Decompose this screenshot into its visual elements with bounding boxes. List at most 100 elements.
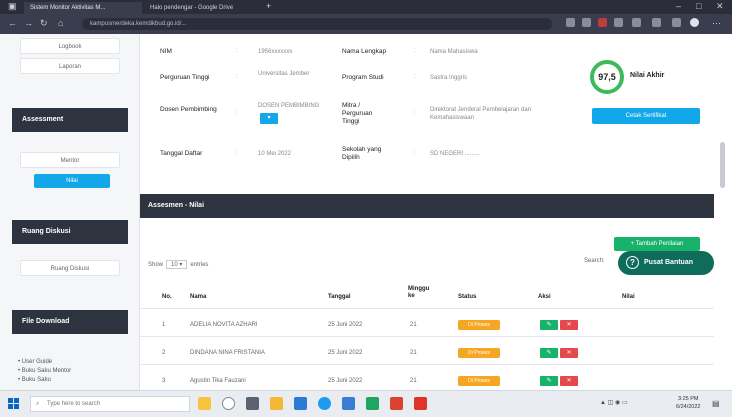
back-icon[interactable]: ← [8, 18, 17, 28]
column-header-nama[interactable]: Nama [190, 294, 206, 301]
table-divider [140, 364, 714, 365]
pdf-icon[interactable] [414, 397, 427, 410]
value-sekolah: SD NEGERI ......... [430, 151, 480, 157]
column-header-status[interactable]: Status [458, 294, 476, 301]
mail-icon[interactable] [342, 397, 355, 410]
add-assessment-button[interactable]: + Tambah Penilaian [614, 237, 700, 251]
maximize-icon[interactable]: □ [696, 1, 701, 11]
cell-week: 21 [410, 350, 417, 356]
value-program-studi: Sastra Inggris [430, 75, 468, 81]
value-mitra: Direktorat Jenderal Pembelajaran dan Kem… [430, 107, 532, 121]
edit-icon[interactable]: ✎ [540, 348, 558, 358]
windows-start-icon[interactable] [8, 398, 20, 410]
delete-icon[interactable]: ✕ [560, 348, 578, 358]
minimize-icon[interactable]: – [676, 1, 681, 11]
column-header-tanggal[interactable]: Tanggal [328, 294, 351, 301]
label-nama-lengkap: Nama Lengkap [342, 48, 387, 55]
cell-name: Agustin Tika Fauzani [190, 378, 246, 384]
taskbar-search[interactable]: ⌕ Type here to search [30, 396, 190, 412]
browser-tab-active[interactable]: Sistem Monitor Aktivitas M... [24, 2, 142, 14]
colon: : [414, 110, 416, 116]
main-content: NIM : 1956xxxxxxx Nama Lengkap : Nama Ma… [140, 34, 732, 390]
close-icon[interactable]: ✕ [716, 1, 724, 12]
sidebar-item-mentor[interactable]: Mentor [20, 152, 120, 168]
window-menu-icon[interactable]: ▣ [8, 1, 17, 12]
score-ring: 97,5 [590, 60, 624, 94]
edge-icon[interactable] [318, 397, 331, 410]
extension-icon[interactable] [672, 18, 681, 27]
store-icon[interactable] [294, 397, 307, 410]
task-view-icon[interactable] [222, 397, 235, 410]
column-header-aksi[interactable]: Aksi [538, 294, 551, 301]
extension-icon[interactable] [632, 18, 641, 27]
download-item[interactable]: • User Guide [18, 358, 71, 367]
edit-icon[interactable]: ✎ [540, 320, 558, 330]
label-mitra: Mitra / Perguruan Tinggi [342, 102, 373, 125]
value-nama-lengkap: Nama Mahasiswa [430, 49, 478, 55]
page-scrollbar[interactable] [720, 142, 725, 188]
extension-icon[interactable] [652, 18, 661, 27]
sidebar-item-logbook[interactable]: Logbook [20, 38, 120, 54]
label-nim: NIM [160, 48, 172, 55]
address-bar[interactable]: kampusmerdeka.kemdikbud.go.id/... [82, 18, 552, 30]
cortana-icon[interactable] [198, 397, 211, 410]
print-certificate-button[interactable]: Cetak Sertifikat [592, 108, 700, 124]
delete-icon[interactable]: ✕ [560, 376, 578, 386]
select-dosen-button[interactable]: ▾ [260, 113, 278, 124]
delete-icon[interactable]: ✕ [560, 320, 578, 330]
extension-icon[interactable] [582, 18, 591, 27]
column-header-no[interactable]: No. [162, 294, 172, 301]
browser-tab-strip: ▣ Sistem Monitor Aktivitas M... Halo pen… [0, 0, 732, 14]
value-perguruan-tinggi: Universitas Jember [258, 71, 310, 77]
cell-date: 25 Juni 2022 [328, 322, 363, 328]
score-label: Nilai Akhir [630, 72, 665, 79]
question-icon: ? [626, 256, 639, 269]
extension-icon[interactable] [566, 18, 575, 27]
cell-date: 25 Juni 2022 [328, 350, 363, 356]
sidebar: Logbook Laporan Assessment Mentor Nilai … [0, 34, 140, 390]
browser-menu-icon[interactable]: ⋯ [712, 18, 721, 29]
extension-icon[interactable] [614, 18, 623, 27]
score-card: 97,5 Nilai Akhir Cetak Sertifikat [572, 34, 712, 140]
home-icon[interactable]: ⌂ [58, 18, 63, 28]
label-tanggal-daftar: Tanggal Daftar [160, 150, 203, 157]
download-item[interactable]: • Buku Saku Mentor [18, 367, 71, 376]
forward-icon[interactable]: → [24, 18, 33, 28]
help-center-button[interactable]: ? Pusat Bantuan [618, 251, 714, 275]
cell-week: 21 [410, 322, 417, 328]
task-view-icon[interactable] [246, 397, 259, 410]
extension-icon[interactable] [598, 18, 607, 27]
show-label: Show [148, 262, 164, 268]
table-search-label: Search: [584, 258, 605, 264]
notification-icon[interactable]: ▤ [712, 399, 720, 408]
entries-select[interactable]: 10 ▾ [166, 260, 188, 269]
help-center-label: Pusat Bantuan [644, 259, 694, 266]
clock-date: 6/24/2022 [676, 404, 701, 410]
browser-tab[interactable]: Halo pendengar - Google Drive [144, 2, 262, 14]
taskbar-search-placeholder: Type here to search [47, 401, 101, 407]
cell-date: 25 Juni 2022 [328, 378, 363, 384]
profile-avatar-icon[interactable] [690, 18, 699, 27]
sidebar-item-laporan[interactable]: Laporan [20, 58, 120, 74]
new-tab-icon[interactable]: + [266, 1, 271, 11]
value-dosen-pembimbing: DOSEN PEMBIMBING [258, 103, 320, 109]
status-badge: Di Proses [458, 320, 500, 330]
cell-name: ADELIA NOVITA AZHARI [190, 322, 258, 328]
label-perguruan-tinggi: Perguruan Tinggi [160, 74, 210, 81]
taskbar-clock[interactable]: 3:25 PM 6/24/2022 [676, 395, 700, 411]
value-nim: 1956xxxxxxx [258, 49, 293, 55]
file-explorer-icon[interactable] [270, 397, 283, 410]
sidebar-item-ruang-diskusi[interactable]: Ruang Diskusi [20, 260, 120, 276]
reload-icon[interactable]: ↻ [40, 18, 48, 29]
download-list: • User Guide • Buku Saku Mentor • Buku S… [18, 358, 71, 385]
app-icon[interactable] [390, 397, 403, 410]
sidebar-item-nilai[interactable]: Nilai [34, 174, 110, 188]
column-header-nilai[interactable]: Nilai [622, 294, 635, 301]
chrome-icon[interactable] [366, 397, 379, 410]
tray-icons[interactable]: ▲ ◫ ◉ ▭ [600, 399, 628, 406]
column-header-minggu[interactable]: Minggu ke [408, 286, 432, 300]
edit-icon[interactable]: ✎ [540, 376, 558, 386]
download-item[interactable]: • Buku Saku [18, 376, 71, 385]
sidebar-heading-assessment: Assessment [12, 108, 128, 132]
download-label: User Guide [21, 359, 53, 365]
